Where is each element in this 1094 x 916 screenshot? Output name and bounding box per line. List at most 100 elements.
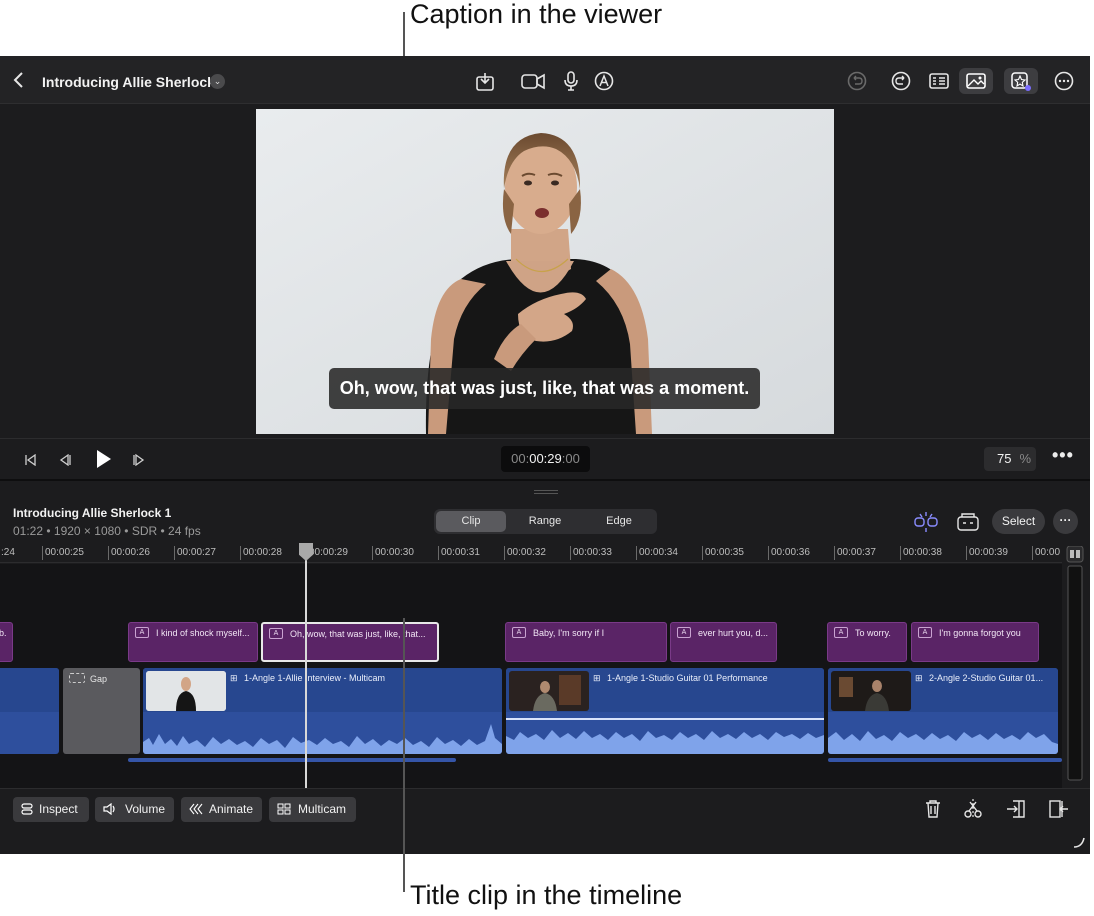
ruler-tick: 00:00:26 bbox=[108, 546, 150, 560]
snapping-icon[interactable] bbox=[913, 511, 939, 533]
timeline-tracks: b. A I kind of shock myself... A Oh, wow, … bbox=[0, 564, 1062, 788]
gap-clip[interactable]: Gap bbox=[63, 668, 140, 754]
video-clip[interactable]: ⊞ 1-Angle 1-Studio Guitar 01 Performance bbox=[506, 668, 824, 754]
ruler-tick: 00:00:35 bbox=[702, 546, 744, 560]
mode-range[interactable]: Range bbox=[510, 511, 580, 532]
camera-icon[interactable] bbox=[520, 70, 546, 92]
title-clip-selected[interactable]: A Oh, wow, that was just, like, that... bbox=[261, 622, 439, 662]
audio-meter bbox=[1066, 546, 1084, 781]
step-forward-icon[interactable] bbox=[133, 453, 145, 471]
photo-browser-icon[interactable] bbox=[959, 68, 993, 94]
title-clip-label: b. bbox=[0, 628, 7, 638]
title-clip-label: Oh, wow, that was just, like, that... bbox=[290, 629, 426, 639]
volume-line[interactable] bbox=[506, 718, 824, 720]
timecode-display[interactable]: 00:00:29:00 bbox=[501, 446, 590, 472]
video-clip[interactable] bbox=[0, 668, 59, 754]
back-chevron-icon[interactable] bbox=[12, 69, 26, 95]
audio-waveform bbox=[828, 731, 1058, 754]
share-export-icon[interactable] bbox=[474, 70, 496, 92]
title-icon: A bbox=[834, 627, 848, 638]
bottom-toolbar: Inspect Volume Animate Multicam bbox=[0, 788, 1090, 854]
ruler-tick: 00:00:28 bbox=[240, 546, 282, 560]
gap-icon bbox=[69, 673, 85, 683]
title-clip-label: I'm gonna forgot you bbox=[939, 628, 1021, 638]
effects-star-icon[interactable] bbox=[1004, 68, 1038, 94]
timecode-suffix: :00 bbox=[561, 451, 580, 466]
detach-audio-icon[interactable] bbox=[1005, 798, 1027, 820]
volume-button[interactable]: Volume bbox=[95, 797, 174, 822]
title-icon: A bbox=[918, 627, 932, 638]
ruler-tick: 00:00:25 bbox=[42, 546, 84, 560]
title-clip[interactable]: A To worry. bbox=[827, 622, 907, 662]
title-icon: A bbox=[677, 627, 691, 638]
voiceover-a-icon[interactable] bbox=[593, 70, 615, 92]
video-clip[interactable]: ⊞ 1-Angle 1-Allie Interview - Multicam bbox=[143, 668, 502, 754]
project-menu-chevron-icon[interactable]: ⌄ bbox=[210, 74, 225, 89]
project-title[interactable]: Introducing Allie Sherlock bbox=[42, 74, 215, 90]
title-clip-label: To worry. bbox=[855, 628, 891, 638]
title-clip[interactable]: Aever hurt you, d... bbox=[670, 622, 777, 662]
go-to-start-icon[interactable] bbox=[24, 453, 36, 471]
title-clip[interactable]: A I kind of shock myself... bbox=[128, 622, 258, 662]
blade-split-icon[interactable] bbox=[962, 798, 984, 820]
viewer: Oh, wow, that was just, like, that was a… bbox=[0, 104, 1090, 438]
volume-label: Volume bbox=[125, 802, 166, 816]
step-back-icon[interactable] bbox=[59, 453, 71, 471]
title-clip-label: ever hurt you, d... bbox=[698, 628, 769, 638]
multicam-icon: ⊞ bbox=[593, 673, 601, 683]
multicam-label: Multicam bbox=[298, 802, 347, 816]
ruler-tick: 00:00:36 bbox=[768, 546, 810, 560]
connected-audio-bar[interactable] bbox=[128, 758, 456, 762]
timeline-ruler[interactable]: :24 00:00:25 00:00:26 00:00:27 00:00:28 … bbox=[0, 543, 1062, 563]
undo-icon[interactable] bbox=[846, 70, 868, 92]
resize-handle[interactable] bbox=[534, 490, 558, 494]
multicam-icon bbox=[277, 803, 291, 815]
viewer-caption[interactable]: Oh, wow, that was just, like, that was a… bbox=[329, 368, 760, 409]
inspect-button[interactable]: Inspect bbox=[13, 797, 89, 822]
ruler-tick: 00:00 bbox=[1032, 546, 1060, 560]
redo-icon[interactable] bbox=[890, 70, 912, 92]
ruler-tick: 00:00:31 bbox=[438, 546, 480, 560]
select-button[interactable]: Select bbox=[992, 509, 1045, 534]
final-cut-app-window: Introducing Allie Sherlock ⌄ Oh, wow, th… bbox=[0, 56, 1090, 854]
viewer-zoom-field[interactable]: 75% bbox=[984, 447, 1036, 471]
caption-callout-label: Caption in the viewer bbox=[410, 0, 663, 29]
title-clip[interactable]: A I'm gonna forgot you bbox=[911, 622, 1039, 662]
title-clip-callout-line bbox=[403, 618, 405, 892]
inspector-icon[interactable] bbox=[928, 70, 950, 92]
ruler-tick: 00:00:30 bbox=[372, 546, 414, 560]
microphone-icon[interactable] bbox=[560, 70, 582, 92]
clip-appearance-icon[interactable] bbox=[955, 511, 981, 533]
zoom-unit: % bbox=[1019, 451, 1032, 466]
delete-icon[interactable] bbox=[922, 798, 944, 820]
viewer-more-icon[interactable]: ••• bbox=[1052, 445, 1074, 466]
title-clip[interactable]: b. bbox=[0, 622, 13, 662]
more-options-icon[interactable] bbox=[1053, 70, 1075, 92]
trim-end-icon[interactable] bbox=[1048, 798, 1070, 820]
speaker-icon bbox=[103, 803, 115, 815]
mode-clip[interactable]: Clip bbox=[436, 511, 506, 532]
ruler-tick: 00:00:32 bbox=[504, 546, 546, 560]
clip-thumbnail bbox=[831, 671, 911, 711]
timecode-main: 00:29 bbox=[529, 451, 562, 466]
playhead[interactable] bbox=[305, 543, 307, 788]
timeline-more-icon[interactable]: ··· bbox=[1053, 509, 1078, 534]
multicam-icon: ⊞ bbox=[230, 673, 238, 683]
inspect-icon bbox=[21, 803, 33, 815]
video-clip[interactable]: ⊞ 2-Angle 2-Studio Guitar 01... bbox=[828, 668, 1058, 754]
resize-corner-icon[interactable] bbox=[1072, 835, 1086, 849]
animate-button[interactable]: Animate bbox=[181, 797, 262, 822]
connected-audio-bar[interactable] bbox=[828, 758, 1062, 762]
mode-edge[interactable]: Edge bbox=[584, 511, 654, 532]
timecode-prefix: 00: bbox=[511, 451, 530, 466]
video-clip-label: 1-Angle 1-Allie Interview - Multicam bbox=[244, 673, 386, 683]
video-frame[interactable]: Oh, wow, that was just, like, that was a… bbox=[256, 109, 834, 434]
timeline-name: Introducing Allie Sherlock 1 bbox=[13, 506, 172, 520]
multicam-button[interactable]: Multicam bbox=[269, 797, 356, 822]
title-clip[interactable]: A Baby, I'm sorry if I bbox=[505, 622, 667, 662]
title-clip-callout-label: Title clip in the timeline bbox=[410, 880, 683, 910]
title-clip-label: Baby, I'm sorry if I bbox=[533, 628, 605, 638]
play-icon[interactable] bbox=[95, 449, 113, 474]
video-clip-label: 2-Angle 2-Studio Guitar 01... bbox=[929, 673, 1044, 683]
edit-mode-segmented-control: Clip Range Edge bbox=[434, 509, 657, 534]
